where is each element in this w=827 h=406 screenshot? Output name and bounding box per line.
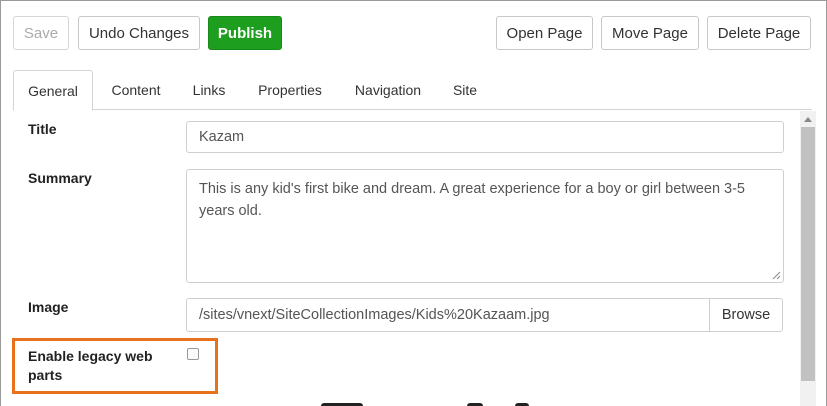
tab-properties[interactable]: Properties <box>249 70 331 110</box>
summary-textarea[interactable]: This is any kid's first bike and dream. … <box>186 169 784 283</box>
scroll-up-arrow-icon[interactable] <box>800 111 816 127</box>
publish-button[interactable]: Publish <box>208 16 282 50</box>
image-label: Image <box>28 299 69 315</box>
resize-handle-icon[interactable] <box>772 271 781 280</box>
move-page-button[interactable]: Move Page <box>601 16 699 50</box>
summary-label: Summary <box>28 170 92 186</box>
tab-bar: General Content Links Properties Navigat… <box>13 70 812 111</box>
save-button[interactable]: Save <box>13 16 69 50</box>
image-path-input[interactable]: /sites/vnext/SiteCollectionImages/Kids%2… <box>186 298 710 332</box>
browse-button[interactable]: Browse <box>709 298 783 332</box>
title-label: Title <box>28 121 57 137</box>
highlight-box <box>12 338 218 394</box>
scrollbar-thumb[interactable] <box>801 127 815 381</box>
tab-links[interactable]: Links <box>181 70 237 110</box>
delete-page-button[interactable]: Delete Page <box>707 16 811 50</box>
undo-changes-button[interactable]: Undo Changes <box>78 16 200 50</box>
title-input[interactable]: Kazam <box>186 121 784 153</box>
page-editor: Save Undo Changes Publish Open Page Move… <box>0 0 827 406</box>
open-page-button[interactable]: Open Page <box>496 16 593 50</box>
tab-site[interactable]: Site <box>445 70 485 110</box>
summary-text: This is any kid's first bike and dream. … <box>199 181 745 219</box>
tab-content[interactable]: Content <box>99 70 173 110</box>
tab-navigation[interactable]: Navigation <box>345 70 431 110</box>
tab-general[interactable]: General <box>13 70 93 111</box>
